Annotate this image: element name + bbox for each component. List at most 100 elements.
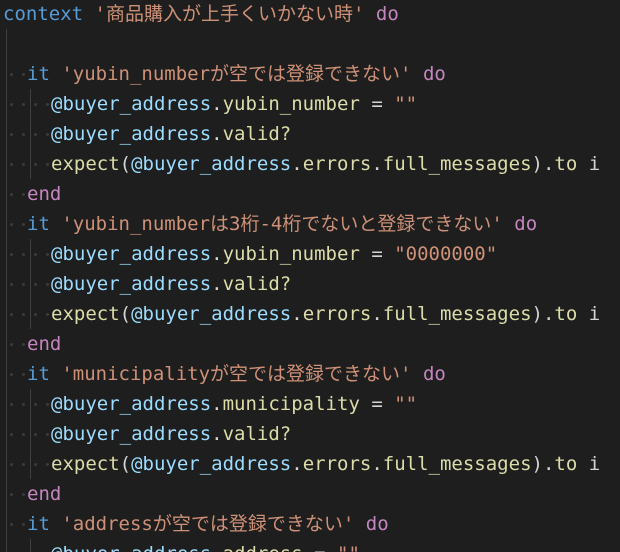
token-variable: @buyer_address bbox=[51, 93, 212, 115]
indent-guide bbox=[6, 29, 7, 59]
code-line[interactable]: it 'municipalityが空では登録できない' do bbox=[0, 359, 620, 389]
code-line[interactable]: end bbox=[0, 479, 620, 509]
whitespace-dot bbox=[22, 133, 25, 136]
token-plain: ( bbox=[119, 453, 132, 475]
token-plain: ( bbox=[119, 303, 132, 325]
token-variable: @buyer_address bbox=[51, 273, 212, 295]
token-plain: . bbox=[371, 153, 383, 175]
code-line[interactable]: @buyer_address.yubin_number = "0000000" bbox=[0, 239, 620, 269]
token-keyword: it bbox=[27, 513, 50, 535]
code-line[interactable]: expect(@buyer_address.errors.full_messag… bbox=[0, 449, 620, 479]
whitespace-dot bbox=[46, 103, 49, 106]
token-variable: @buyer_address bbox=[51, 423, 212, 445]
token-variable: @buyer_address bbox=[51, 393, 212, 415]
whitespace-dot bbox=[10, 493, 13, 496]
token-plain: ). bbox=[531, 303, 555, 325]
whitespace-dot bbox=[10, 403, 13, 406]
indent-guide bbox=[30, 419, 31, 449]
token-plain: . bbox=[371, 303, 383, 325]
code-text: end bbox=[27, 329, 61, 359]
code-text: end bbox=[27, 479, 61, 509]
code-line[interactable] bbox=[0, 29, 620, 59]
token-control: do bbox=[514, 213, 538, 235]
indent-guide bbox=[6, 419, 7, 449]
indent-guide bbox=[30, 239, 31, 269]
whitespace-dot bbox=[22, 223, 25, 226]
code-line[interactable]: @buyer_address.valid? bbox=[0, 269, 620, 299]
indent-guide bbox=[6, 509, 7, 539]
whitespace-dot bbox=[10, 313, 13, 316]
whitespace-dot bbox=[10, 103, 13, 106]
indent-guide bbox=[6, 479, 7, 509]
token-string: 'addressが空では登録できない' bbox=[61, 513, 355, 535]
code-line[interactable]: expect(@buyer_address.errors.full_messag… bbox=[0, 149, 620, 179]
token-method: valid? bbox=[222, 123, 292, 145]
code-line[interactable]: it 'addressが空では登録できない' do bbox=[0, 509, 620, 539]
token-method: errors bbox=[302, 303, 372, 325]
token-plain: . bbox=[211, 123, 223, 145]
token-plain: i bbox=[577, 453, 601, 475]
token-plain: . bbox=[211, 273, 223, 295]
code-line[interactable]: @buyer_address.yubin_number = "" bbox=[0, 89, 620, 119]
token-method: full_messages bbox=[382, 153, 532, 175]
whitespace-dot bbox=[22, 103, 25, 106]
whitespace-dot bbox=[34, 463, 37, 466]
code-text: it 'addressが空では登録できない' do bbox=[27, 509, 389, 539]
code-line[interactable]: @buyer_address.address = "" bbox=[0, 539, 620, 552]
code-text: @buyer_address.yubin_number = "0000000" bbox=[51, 239, 497, 269]
code-editor[interactable]: context '商品購入が上手くいかない時' do it 'yubin_numb… bbox=[0, 0, 620, 552]
token-method: to bbox=[554, 303, 578, 325]
token-plain: . bbox=[211, 543, 222, 552]
token-plain: i bbox=[577, 153, 601, 175]
code-line[interactable]: @buyer_address.municipality = "" bbox=[0, 389, 620, 419]
token-plain: = bbox=[303, 543, 337, 552]
whitespace-dot bbox=[10, 73, 13, 76]
whitespace-dot bbox=[10, 133, 13, 136]
code-text: @buyer_address.valid? bbox=[51, 269, 291, 299]
token-variable: @buyer_address bbox=[131, 153, 292, 175]
token-variable: @buyer_address bbox=[51, 543, 211, 552]
whitespace-dot bbox=[10, 433, 13, 436]
whitespace-dot bbox=[10, 373, 13, 376]
code-text: end bbox=[27, 179, 61, 209]
whitespace-dot bbox=[46, 313, 49, 316]
whitespace-dot bbox=[34, 133, 37, 136]
code-line[interactable]: it 'yubin_numberが空では登録できない' do bbox=[0, 59, 620, 89]
token-plain: . bbox=[211, 423, 223, 445]
indent-guide bbox=[30, 449, 31, 479]
indent-guide bbox=[30, 539, 31, 552]
token-control: do bbox=[375, 3, 399, 25]
token-plain: = bbox=[359, 93, 395, 115]
indent-guide bbox=[6, 539, 7, 552]
code-text: @buyer_address.valid? bbox=[51, 119, 291, 149]
token-string: 'yubin_numberは3桁-4桁でないと登録できない' bbox=[61, 213, 503, 235]
code-line[interactable]: context '商品購入が上手くいかない時' do bbox=[0, 0, 620, 29]
token-method: full_messages bbox=[382, 303, 532, 325]
indent-guide bbox=[6, 149, 7, 179]
code-line[interactable]: end bbox=[0, 179, 620, 209]
token-keyword: it bbox=[27, 363, 50, 385]
token-string: "" bbox=[394, 93, 418, 115]
token-method: yubin_number bbox=[222, 243, 360, 265]
token-method: expect bbox=[51, 453, 120, 475]
token-string: '商品購入が上手くいかない時' bbox=[94, 3, 365, 25]
code-line[interactable]: @buyer_address.valid? bbox=[0, 119, 620, 149]
token-keyword: context bbox=[3, 3, 84, 25]
whitespace-dot bbox=[46, 403, 49, 406]
code-line[interactable]: it 'yubin_numberは3桁-4桁でないと登録できない' do bbox=[0, 209, 620, 239]
code-line[interactable]: end bbox=[0, 329, 620, 359]
code-line[interactable]: expect(@buyer_address.errors.full_messag… bbox=[0, 299, 620, 329]
code-line[interactable]: @buyer_address.valid? bbox=[0, 419, 620, 449]
whitespace-dot bbox=[46, 433, 49, 436]
token-method: municipality bbox=[222, 393, 360, 415]
indent-guide bbox=[6, 239, 7, 269]
token-method: valid? bbox=[222, 423, 292, 445]
token-variable: @buyer_address bbox=[51, 123, 212, 145]
